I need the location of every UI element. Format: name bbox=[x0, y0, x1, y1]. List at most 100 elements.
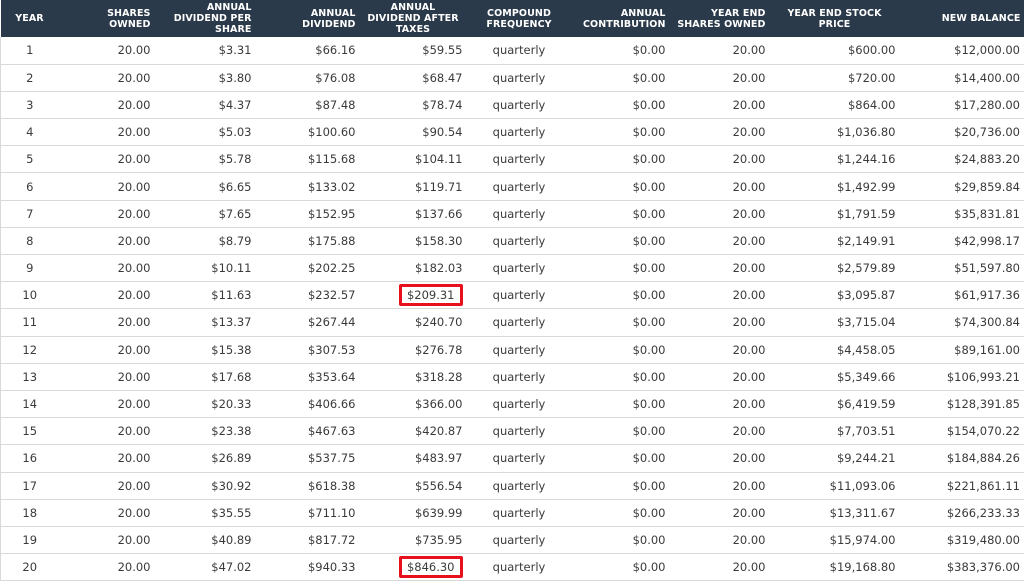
cell-annual-dividend: $175.88 bbox=[256, 227, 360, 254]
cell-shares-owned: 20.00 bbox=[59, 554, 155, 581]
cell-compound-frequency: quarterly bbox=[467, 64, 572, 91]
cell-new-balance: $29,859.84 bbox=[900, 173, 1024, 200]
cell-compound-frequency: quarterly bbox=[467, 227, 572, 254]
cell-shares-owned: 20.00 bbox=[59, 336, 155, 363]
cell-annual-contribution: $0.00 bbox=[572, 282, 670, 309]
cell-compound-frequency: quarterly bbox=[467, 554, 572, 581]
cell-year-end-price: $13,311.67 bbox=[770, 499, 900, 526]
cell-dividend-per-share: $13.37 bbox=[155, 309, 256, 336]
cell-shares-owned: 20.00 bbox=[59, 173, 155, 200]
col-header-year-end-shares[interactable]: YEAR END SHARES OWNED bbox=[670, 0, 770, 37]
cell-dividend-after-taxes: $59.55 bbox=[360, 37, 467, 64]
cell-annual-dividend: $66.16 bbox=[256, 37, 360, 64]
cell-dividend-per-share: $11.63 bbox=[155, 282, 256, 309]
cell-annual-contribution: $0.00 bbox=[572, 499, 670, 526]
cell-year: 4 bbox=[1, 119, 59, 146]
cell-new-balance: $17,280.00 bbox=[900, 91, 1024, 118]
cell-year-end-price: $9,244.21 bbox=[770, 445, 900, 472]
col-header-annual-dividend[interactable]: ANNUAL DIVIDEND bbox=[256, 0, 360, 37]
cell-year: 12 bbox=[1, 336, 59, 363]
cell-annual-dividend: $406.66 bbox=[256, 390, 360, 417]
cell-annual-contribution: $0.00 bbox=[572, 309, 670, 336]
cell-dividend-after-taxes: $104.11 bbox=[360, 146, 467, 173]
cell-year: 3 bbox=[1, 91, 59, 118]
cell-year: 10 bbox=[1, 282, 59, 309]
cell-year: 18 bbox=[1, 499, 59, 526]
cell-year: 20 bbox=[1, 554, 59, 581]
cell-new-balance: $74,300.84 bbox=[900, 309, 1024, 336]
cell-compound-frequency: quarterly bbox=[467, 37, 572, 64]
cell-dividend-after-taxes: $366.00 bbox=[360, 390, 467, 417]
cell-annual-dividend: $618.38 bbox=[256, 472, 360, 499]
col-header-year-end-price[interactable]: YEAR END STOCK PRICE bbox=[770, 0, 900, 37]
cell-shares-owned: 20.00 bbox=[59, 91, 155, 118]
table-row: 820.00$8.79$175.88$158.30quarterly$0.002… bbox=[1, 227, 1024, 254]
cell-new-balance: $383,376.00 bbox=[900, 554, 1024, 581]
cell-new-balance: $51,597.80 bbox=[900, 255, 1024, 282]
cell-dividend-per-share: $6.65 bbox=[155, 173, 256, 200]
cell-year-end-price: $3,095.87 bbox=[770, 282, 900, 309]
cell-dividend-after-taxes: $846.30 bbox=[360, 554, 467, 581]
cell-shares-owned: 20.00 bbox=[59, 472, 155, 499]
cell-year-end-price: $1,244.16 bbox=[770, 146, 900, 173]
table-row: 2020.00$47.02$940.33$846.30quarterly$0.0… bbox=[1, 554, 1024, 581]
col-header-compound-frequency[interactable]: COMPOUND FREQUENCY bbox=[467, 0, 572, 37]
cell-annual-dividend: $76.08 bbox=[256, 64, 360, 91]
cell-annual-contribution: $0.00 bbox=[572, 445, 670, 472]
cell-shares-owned: 20.00 bbox=[59, 445, 155, 472]
cell-annual-contribution: $0.00 bbox=[572, 227, 670, 254]
cell-annual-contribution: $0.00 bbox=[572, 91, 670, 118]
cell-year-end-shares: 20.00 bbox=[670, 526, 770, 553]
cell-year-end-shares: 20.00 bbox=[670, 554, 770, 581]
cell-year: 1 bbox=[1, 37, 59, 64]
cell-annual-dividend: $537.75 bbox=[256, 445, 360, 472]
cell-compound-frequency: quarterly bbox=[467, 526, 572, 553]
cell-shares-owned: 20.00 bbox=[59, 309, 155, 336]
cell-shares-owned: 20.00 bbox=[59, 390, 155, 417]
col-header-dividend-per-share[interactable]: ANNUAL DIVIDEND PER SHARE bbox=[155, 0, 256, 37]
cell-year-end-shares: 20.00 bbox=[670, 309, 770, 336]
cell-year-end-shares: 20.00 bbox=[670, 255, 770, 282]
cell-dividend-per-share: $4.37 bbox=[155, 91, 256, 118]
cell-year-end-shares: 20.00 bbox=[670, 64, 770, 91]
cell-dividend-after-taxes: $483.97 bbox=[360, 445, 467, 472]
cell-annual-dividend: $202.25 bbox=[256, 255, 360, 282]
cell-compound-frequency: quarterly bbox=[467, 418, 572, 445]
cell-annual-dividend: $307.53 bbox=[256, 336, 360, 363]
cell-dividend-per-share: $17.68 bbox=[155, 363, 256, 390]
table-row: 1320.00$17.68$353.64$318.28quarterly$0.0… bbox=[1, 363, 1024, 390]
cell-year: 2 bbox=[1, 64, 59, 91]
cell-dividend-per-share: $3.80 bbox=[155, 64, 256, 91]
cell-annual-contribution: $0.00 bbox=[572, 200, 670, 227]
cell-year-end-price: $3,715.04 bbox=[770, 309, 900, 336]
cell-year: 8 bbox=[1, 227, 59, 254]
cell-dividend-per-share: $20.33 bbox=[155, 390, 256, 417]
cell-year-end-price: $864.00 bbox=[770, 91, 900, 118]
cell-annual-dividend: $152.95 bbox=[256, 200, 360, 227]
cell-dividend-per-share: $5.03 bbox=[155, 119, 256, 146]
table-row: 1820.00$35.55$711.10$639.99quarterly$0.0… bbox=[1, 499, 1024, 526]
cell-shares-owned: 20.00 bbox=[59, 499, 155, 526]
cell-year: 16 bbox=[1, 445, 59, 472]
cell-annual-dividend: $467.63 bbox=[256, 418, 360, 445]
cell-dividend-after-taxes: $639.99 bbox=[360, 499, 467, 526]
cell-dividend-after-taxes: $556.54 bbox=[360, 472, 467, 499]
cell-dividend-after-taxes: $735.95 bbox=[360, 526, 467, 553]
cell-shares-owned: 20.00 bbox=[59, 64, 155, 91]
cell-year-end-price: $1,791.59 bbox=[770, 200, 900, 227]
col-header-shares-owned[interactable]: SHARES OWNED bbox=[59, 0, 155, 37]
cell-new-balance: $42,998.17 bbox=[900, 227, 1024, 254]
cell-annual-contribution: $0.00 bbox=[572, 390, 670, 417]
cell-dividend-per-share: $8.79 bbox=[155, 227, 256, 254]
col-header-new-balance[interactable]: NEW BALANCE bbox=[900, 0, 1024, 37]
cell-shares-owned: 20.00 bbox=[59, 200, 155, 227]
table-row: 220.00$3.80$76.08$68.47quarterly$0.0020.… bbox=[1, 64, 1024, 91]
table-header-row: YEAR SHARES OWNED ANNUAL DIVIDEND PER SH… bbox=[1, 0, 1024, 37]
col-header-year[interactable]: YEAR bbox=[1, 0, 59, 37]
cell-year-end-shares: 20.00 bbox=[670, 37, 770, 64]
cell-annual-contribution: $0.00 bbox=[572, 472, 670, 499]
col-header-dividend-after-taxes[interactable]: ANNUAL DIVIDEND AFTER TAXES bbox=[360, 0, 467, 37]
cell-annual-contribution: $0.00 bbox=[572, 37, 670, 64]
table-row: 1120.00$13.37$267.44$240.70quarterly$0.0… bbox=[1, 309, 1024, 336]
col-header-annual-contribution[interactable]: ANNUAL CONTRIBUTION bbox=[572, 0, 670, 37]
